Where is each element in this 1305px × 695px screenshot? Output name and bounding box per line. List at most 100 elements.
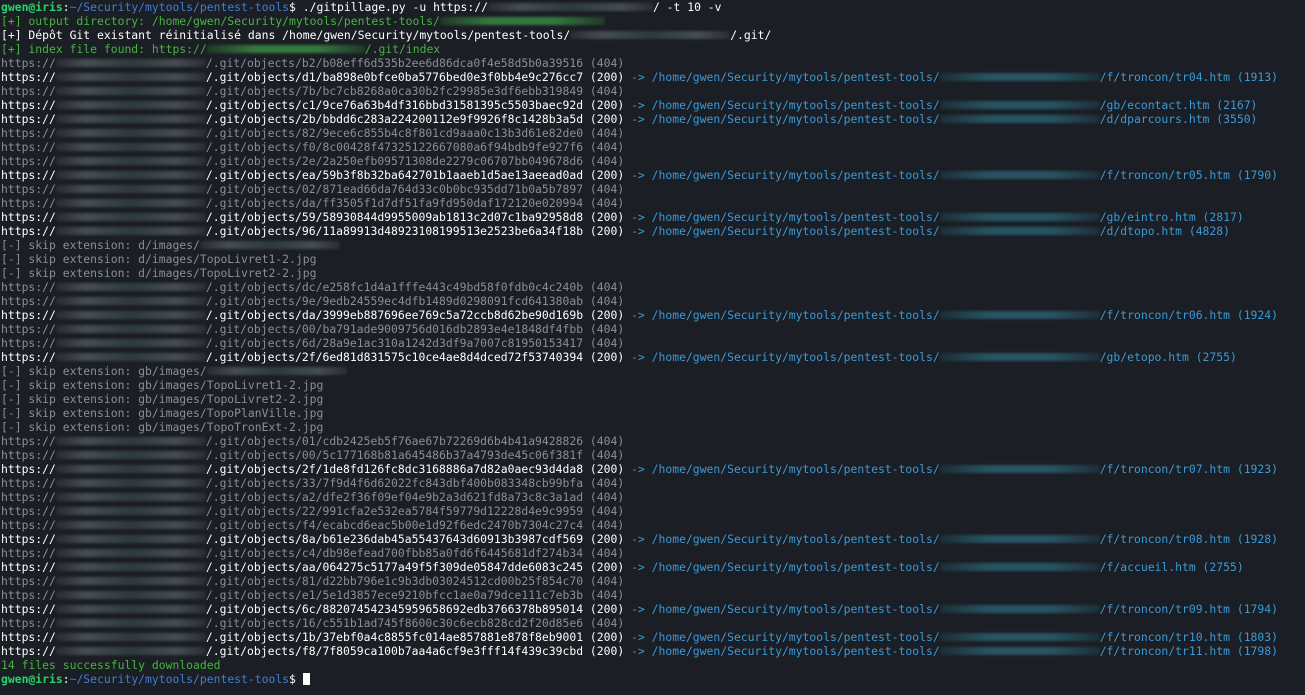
arrow: -> [624,644,652,658]
object-path: /.git/objects/c1/9ce76a63b4df316bbd31581… [205,98,584,112]
status-code: (404) [583,322,625,336]
header-text-suffix: /.git/index [364,42,441,56]
url-prefix: https:// [1,336,56,350]
arrow: -> [624,462,652,476]
object-path: /.git/objects/59/58930844d9955009ab1813c… [205,210,584,224]
redacted-host [55,562,206,571]
dest-file: /f/troncon/tr05.htm (1790) [1099,168,1278,182]
redacted-host [939,464,1100,473]
object-missing-line: https:// /.git/objects/f0/8c00428f4732512… [1,140,1305,154]
url-prefix: https:// [1,616,56,630]
redacted-host [55,352,206,361]
object-missing-line: https:// /.git/objects/9e/9edb24559ec4dfb… [1,294,1305,308]
object-path: /.git/objects/6c/882074542345959658692ed… [205,602,584,616]
object-missing-line: https:// /.git/objects/00/ba791ade9009756… [1,322,1305,336]
object-path: /.git/objects/96/11a89913d48923108199513… [205,224,584,238]
redacted-host [55,450,206,459]
skip-text: [-] skip extension: gb/images/TopoLivret… [1,392,324,406]
object-path: /.git/objects/00/ba791ade9009756d016db28… [205,322,584,336]
object-path: /.git/objects/f4/ecabcd6eac5b00e1d92f6ed… [205,518,584,532]
status-code: (200) [583,602,625,616]
header-text: [+] index file found: https:// [1,42,207,56]
object-path: /.git/objects/f0/8c00428f47325122667080a… [205,140,584,154]
header-line: [+] output directory: /home/gwen/Securit… [1,14,1305,28]
arrow: -> [624,112,652,126]
object-path: /.git/objects/dc/e258fc1d4a1fffe443c49bd… [205,280,584,294]
redacted-host [55,464,206,473]
redacted-host [939,352,1100,361]
url-prefix: https:// [1,140,56,154]
object-found-line: https:// /.git/objects/8a/b61e236dab45a55… [1,532,1305,546]
url-prefix: https:// [1,196,56,210]
object-path: /.git/objects/81/d22bb796e1c9b3db0302451… [205,574,584,588]
object-path: /.git/objects/7b/bc7cb8268a0ca30b2fc2998… [205,84,584,98]
object-path: /.git/objects/82/9ece6c855b4c8f801cd9aaa… [205,126,584,140]
redacted-host [939,562,1100,571]
object-missing-line: https:// /.git/objects/6d/28a9e1ac310a124… [1,336,1305,350]
object-path: /.git/objects/c4/db98efead700fbb85a0fd6f… [205,546,584,560]
object-found-line: https:// /.git/objects/59/58930844d995500… [1,210,1305,224]
redacted-host [55,506,206,515]
dest-prefix: /home/gwen/Security/mytools/pentest-tool… [651,462,940,476]
object-missing-line: https:// /.git/objects/e1/5e1d3857ece9210… [1,588,1305,602]
dest-file: /gb/econtact.htm (2167) [1099,98,1258,112]
prompt-user: gwen@iris [1,0,63,14]
status-code: (200) [583,98,625,112]
prompt-cwd-2: ~/Security/mytools/pentest-tools [69,672,290,686]
status-code: (200) [583,630,625,644]
object-path: /.git/objects/aa/064275c5177a49f5f309de0… [205,560,584,574]
redacted-host [55,618,206,627]
dest-file: /d/dparcours.htm (3550) [1099,112,1258,126]
status-code: (404) [583,154,625,168]
dest-prefix: /home/gwen/Security/mytools/pentest-tool… [651,210,940,224]
object-found-line: https:// /.git/objects/1b/37ebf0a4c8855fc… [1,630,1305,644]
download-log: https:// /.git/objects/b2/b08eff6d535b2ee… [1,56,1305,658]
redacted-host [55,100,206,109]
object-missing-line: https:// /.git/objects/22/991cfa2e532ea57… [1,504,1305,518]
object-missing-line: https:// /.git/objects/01/cdb2425eb5f76ae… [1,434,1305,448]
url-prefix: https:// [1,588,56,602]
redacted-filename [206,366,347,375]
status-code: (404) [583,84,625,98]
object-path: /.git/objects/da/ff3505f1d7df51fa9fd950d… [205,196,584,210]
status-code: (404) [583,546,625,560]
url-prefix: https:// [1,476,56,490]
text-cursor[interactable] [302,672,310,685]
object-path: /.git/objects/da/3999eb887696ee769c5a72c… [205,308,584,322]
redacted-host [939,72,1100,81]
dest-file: /f/troncon/tr09.htm (1794) [1099,602,1278,616]
skip-text: [-] skip extension: gb/images/ [1,364,207,378]
url-prefix: https:// [1,490,56,504]
object-missing-line: https:// /.git/objects/00/5c177168b81a645… [1,448,1305,462]
status-code: (404) [583,616,625,630]
status-code: (404) [583,280,625,294]
object-path: /.git/objects/2f/1de8fd126fc8dc3168886a7… [205,462,584,476]
final-prompt-line[interactable]: gwen@iris:~/Security/mytools/pentest-too… [1,672,1305,686]
skip-text: [-] skip extension: d/images/TopoLivret2… [1,266,317,280]
url-prefix: https:// [1,168,56,182]
status-code: (404) [583,504,625,518]
redacted-host [55,604,206,613]
header-text-suffix: /.git/ [730,28,772,42]
object-path: /.git/objects/01/cdb2425eb5f76ae67b72269… [205,434,584,448]
object-path: /.git/objects/1b/37ebf0a4c8855fc014ae857… [205,630,584,644]
dest-prefix: /home/gwen/Security/mytools/pentest-tool… [651,224,940,238]
header-text: [+] output directory: /home/gwen/Securit… [1,14,440,28]
redacted-host [939,604,1100,613]
url-prefix: https:// [1,126,56,140]
arrow: -> [624,210,652,224]
redacted-host [55,296,206,305]
status-code: (200) [583,224,625,238]
url-prefix: https:// [1,112,56,126]
skip-extension-line: [-] skip extension: gb/images/ [1,364,1305,378]
url-prefix: https:// [1,350,56,364]
redacted-host [55,520,206,529]
url-prefix: https:// [1,84,56,98]
redacted-host [55,226,206,235]
url-prefix: https:// [1,560,56,574]
object-missing-line: https:// /.git/objects/82/9ece6c855b4c8f8… [1,126,1305,140]
url-prefix: https:// [1,294,56,308]
dest-prefix: /home/gwen/Security/mytools/pentest-tool… [651,644,940,658]
redacted-host [55,548,206,557]
terminal-window[interactable]: gwen@iris:~/Security/mytools/pentest-too… [0,0,1305,695]
